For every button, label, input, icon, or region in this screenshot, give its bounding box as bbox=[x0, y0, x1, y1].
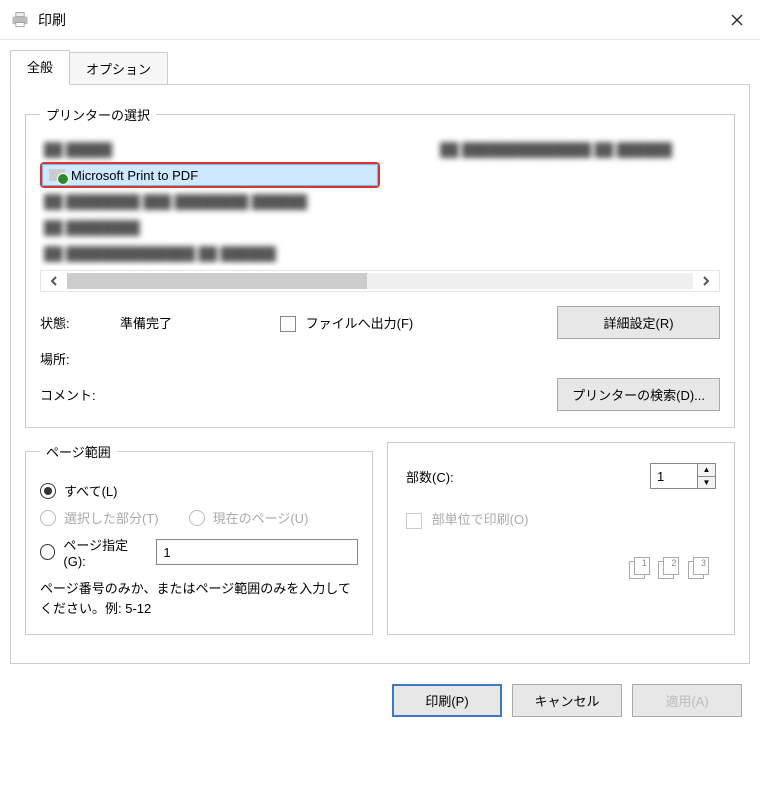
radio-row-pages[interactable]: ページ指定(G): bbox=[40, 535, 358, 569]
list-item[interactable]: ██ ██████████████ ██ ██████ bbox=[40, 240, 280, 266]
page-stack-icon: 22 bbox=[658, 559, 680, 581]
radio-row-all[interactable]: すべて(L) bbox=[40, 481, 358, 500]
copies-down-button[interactable]: ▼ bbox=[698, 477, 715, 489]
print-to-file-checkbox[interactable] bbox=[280, 316, 296, 332]
radio-current bbox=[189, 510, 205, 526]
titlebar: 印刷 bbox=[0, 0, 760, 40]
scroll-track[interactable] bbox=[67, 273, 693, 289]
radio-all-label: すべて(L) bbox=[64, 481, 117, 500]
radio-selection bbox=[40, 510, 56, 526]
copies-row: 部数(C): ▲ ▼ bbox=[406, 463, 716, 489]
list-item[interactable]: ██ ██████████████ ██ ██████ bbox=[436, 136, 676, 162]
print-button[interactable]: 印刷(P) bbox=[392, 684, 502, 717]
comment-label: コメント: bbox=[40, 385, 120, 404]
copies-input[interactable] bbox=[651, 464, 697, 488]
printer-select-legend: プリンターの選択 bbox=[40, 105, 156, 124]
tab-general[interactable]: 全般 bbox=[10, 50, 70, 85]
printer-icon bbox=[10, 10, 30, 30]
close-button[interactable] bbox=[714, 0, 760, 40]
window-title: 印刷 bbox=[38, 10, 66, 30]
radio-all[interactable] bbox=[40, 483, 56, 499]
state-value: 準備完了 bbox=[120, 313, 280, 332]
chevron-right-icon bbox=[702, 276, 710, 286]
preferences-button[interactable]: 詳細設定(R) bbox=[557, 306, 720, 339]
printer-select-group: プリンターの選択 ██ █████ ██ ██████████████ ██ █… bbox=[25, 105, 735, 428]
list-item[interactable]: ██ ████████ ███ ████████ ██████ bbox=[40, 188, 311, 214]
apply-button: 適用(A) bbox=[632, 684, 742, 717]
printer-list[interactable]: ██ █████ ██ ██████████████ ██ ██████ ██ … bbox=[40, 136, 720, 266]
printer-item-label: Microsoft Print to PDF bbox=[71, 168, 198, 183]
copies-spinner[interactable]: ▲ ▼ bbox=[650, 463, 716, 489]
printer-item-selected[interactable]: Microsoft Print to PDF bbox=[42, 164, 378, 186]
radio-current-label: 現在のページ(U) bbox=[213, 508, 309, 527]
list-item[interactable]: ██ ████████ bbox=[40, 214, 144, 240]
collate-icons: 11 22 33 bbox=[402, 559, 710, 584]
printer-selected-highlight: Microsoft Print to PDF bbox=[40, 162, 380, 188]
printer-list-scrollbar[interactable] bbox=[40, 270, 720, 292]
scroll-thumb[interactable] bbox=[67, 273, 367, 289]
cancel-button[interactable]: キャンセル bbox=[512, 684, 622, 717]
radio-row-selection-current: 選択した部分(T) 現在のページ(U) bbox=[40, 508, 358, 527]
copies-group: 部数(C): ▲ ▼ 部単位で印刷(O) 11 22 bbox=[387, 442, 735, 635]
scroll-left-button[interactable] bbox=[41, 271, 67, 291]
printer-status-grid: 状態: 準備完了 ファイルへ出力(F) 詳細設定(R) 場所: コメント: プリ… bbox=[40, 306, 720, 411]
pages-input[interactable] bbox=[156, 539, 358, 565]
tab-options[interactable]: オプション bbox=[69, 52, 168, 85]
print-to-file-label: ファイルへ出力(F) bbox=[306, 316, 414, 331]
scroll-right-button[interactable] bbox=[693, 271, 719, 291]
location-label: 場所: bbox=[40, 349, 120, 368]
tab-panel-general: プリンターの選択 ██ █████ ██ ██████████████ ██ █… bbox=[10, 84, 750, 664]
page-range-hint: ページ番号のみか、またはページ範囲のみを入力してください。例: 5-12 bbox=[40, 579, 358, 618]
close-icon bbox=[731, 14, 743, 26]
radio-pages[interactable] bbox=[40, 544, 55, 560]
collate-row: 部単位で印刷(O) bbox=[406, 509, 716, 529]
radio-selection-label: 選択した部分(T) bbox=[64, 508, 159, 527]
printer-ready-icon bbox=[49, 169, 65, 181]
page-stack-icon: 33 bbox=[688, 559, 710, 581]
collate-label: 部単位で印刷(O) bbox=[432, 512, 529, 527]
radio-pages-label: ページ指定(G): bbox=[63, 535, 146, 569]
dialog-footer: 印刷(P) キャンセル 適用(A) bbox=[0, 674, 760, 727]
page-stack-icon: 11 bbox=[629, 559, 651, 581]
list-item[interactable]: ██ █████ bbox=[40, 136, 116, 162]
lower-row: ページ範囲 すべて(L) 選択した部分(T) 現在のページ(U) ページ指定(G… bbox=[25, 442, 735, 649]
state-label: 状態: bbox=[40, 313, 120, 332]
find-printer-button[interactable]: プリンターの検索(D)... bbox=[557, 378, 720, 411]
collate-checkbox bbox=[406, 513, 422, 529]
page-range-group: ページ範囲 すべて(L) 選択した部分(T) 現在のページ(U) ページ指定(G… bbox=[25, 442, 373, 635]
copies-up-button[interactable]: ▲ bbox=[698, 464, 715, 477]
chevron-left-icon bbox=[50, 276, 58, 286]
page-range-legend: ページ範囲 bbox=[40, 442, 117, 461]
tabs: 全般 オプション bbox=[10, 50, 750, 85]
print-to-file-checkbox-row[interactable]: ファイルへ出力(F) bbox=[280, 313, 557, 333]
copies-label: 部数(C): bbox=[406, 467, 454, 486]
